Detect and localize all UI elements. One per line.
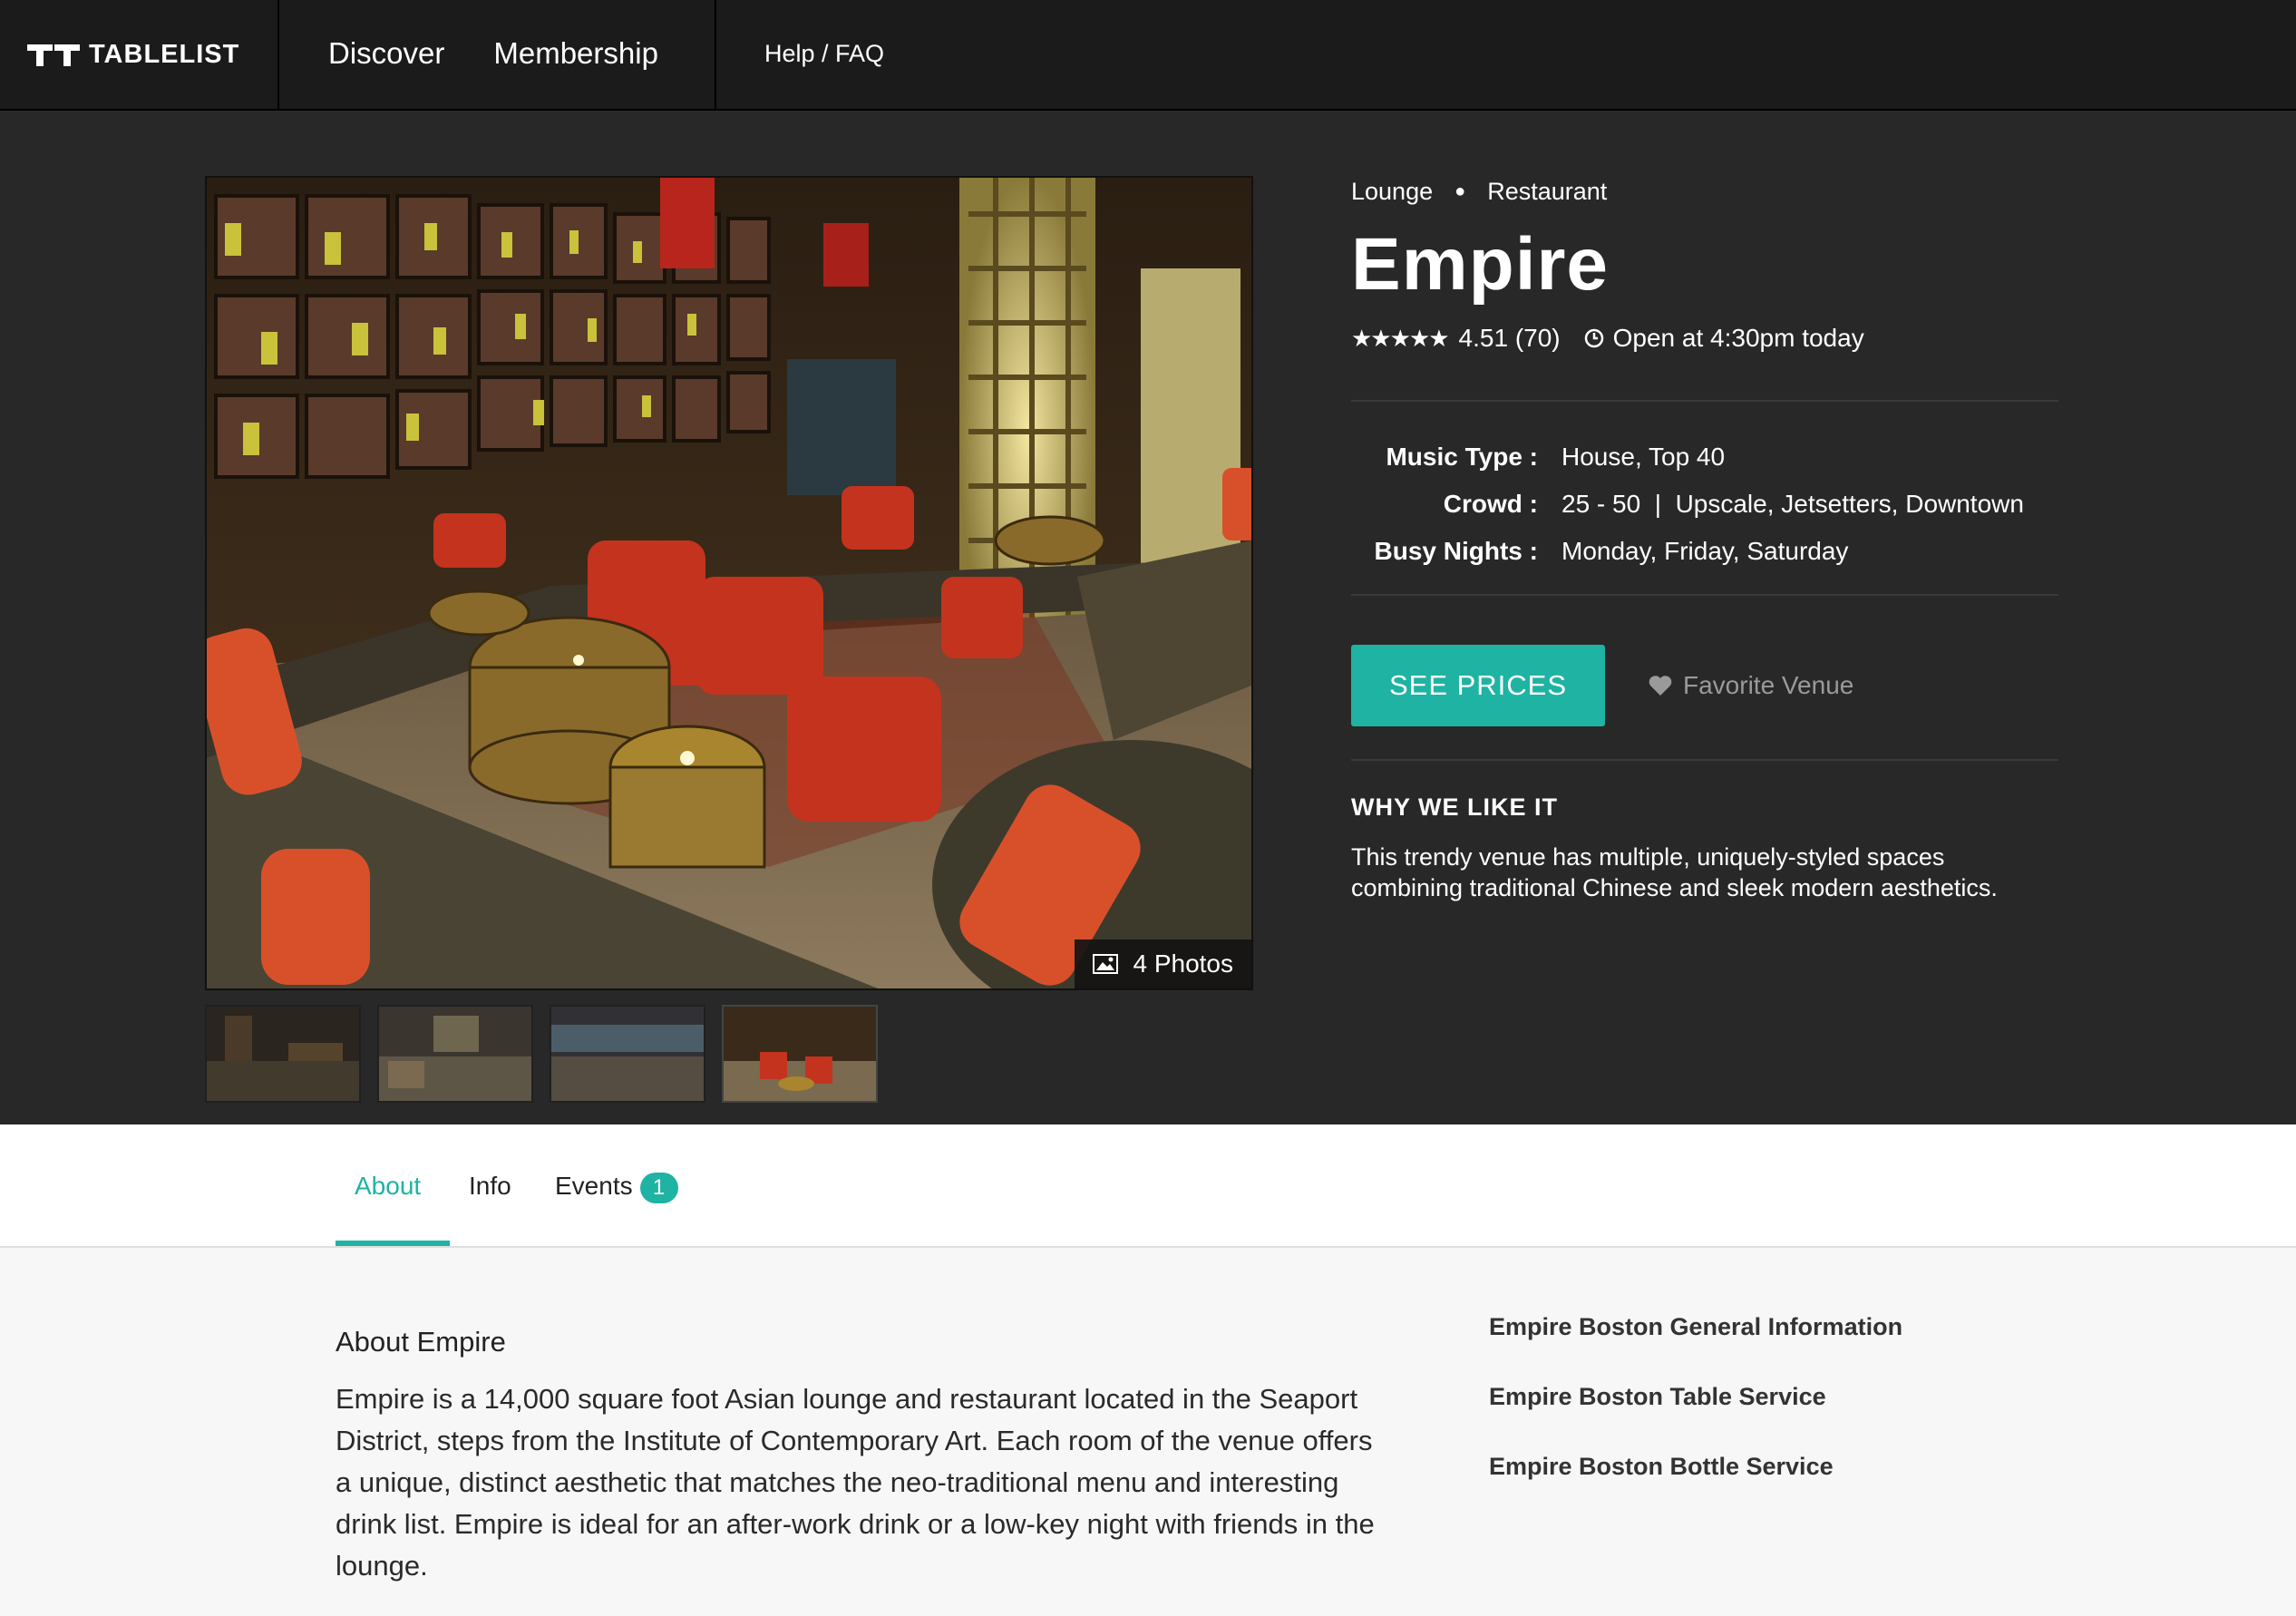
photos-count-label: 4 Photos xyxy=(1133,949,1233,978)
photo-thumbnail[interactable] xyxy=(550,1005,705,1103)
fact-value: House, Top 40 xyxy=(1561,443,1726,471)
tab-events[interactable]: Events 1 xyxy=(555,1172,678,1203)
tab-about[interactable]: About xyxy=(355,1172,421,1201)
link-general-information[interactable]: Empire Boston General Information xyxy=(1489,1313,1902,1341)
divider xyxy=(1351,759,2058,761)
main-photo[interactable]: 4 Photos xyxy=(205,176,1253,990)
about-heading: About Empire xyxy=(336,1326,506,1358)
thumbnail-image xyxy=(207,1007,359,1101)
nav-link-discover[interactable]: Discover xyxy=(328,36,444,71)
star-rating-icon: ★★★★★ xyxy=(1351,324,1450,352)
venue-tabs: About Info Events 1 xyxy=(0,1124,2296,1248)
events-count-badge: 1 xyxy=(639,1172,678,1203)
category-lounge[interactable]: Lounge xyxy=(1351,178,1433,206)
link-table-service[interactable]: Empire Boston Table Service xyxy=(1489,1383,1902,1411)
link-bottle-service[interactable]: Empire Boston Bottle Service xyxy=(1489,1453,1902,1481)
photo-thumbnail[interactable] xyxy=(205,1005,361,1103)
about-body: Empire is a 14,000 square foot Asian lou… xyxy=(336,1383,1375,1582)
open-time-text: Open at 4:30pm today xyxy=(1612,324,1864,352)
why-we-like-it-heading: WHY WE LIKE IT xyxy=(1351,793,1558,821)
venue-hero: 4 Photos Lounge ● Restaurant Empire ★★★★… xyxy=(0,111,2296,1124)
favorite-label: Favorite Venue xyxy=(1683,671,1854,699)
venue-meta: ★★★★★ 4.51 (70) Open at 4:30pm today xyxy=(1351,324,2058,353)
cta-row: SEE PRICES Favorite Venue xyxy=(1351,645,2058,726)
venue-categories: Lounge ● Restaurant xyxy=(1351,178,2058,206)
thumbnail-image xyxy=(551,1007,704,1101)
venue-facts: Music Type : House, Top 40 Crowd : 25 - … xyxy=(1351,442,2058,567)
main-nav-links: Discover Membership xyxy=(328,36,658,71)
fact-value: Monday, Friday, Saturday xyxy=(1561,537,1849,565)
image-icon xyxy=(1093,954,1119,974)
divider xyxy=(1351,594,2058,596)
tab-info[interactable]: Info xyxy=(469,1172,511,1201)
rating-value: 4.51 (70) xyxy=(1458,324,1561,352)
heart-icon xyxy=(1649,676,1672,696)
photo-thumbnail[interactable] xyxy=(377,1005,533,1103)
see-prices-button[interactable]: SEE PRICES xyxy=(1351,645,1605,726)
active-tab-indicator xyxy=(336,1241,450,1246)
category-restaurant[interactable]: Restaurant xyxy=(1487,178,1607,206)
fact-label: Crowd : xyxy=(1443,490,1538,518)
venue-details: Lounge ● Restaurant Empire ★★★★★ 4.51 (7… xyxy=(1351,178,2058,903)
tab-events-label: Events xyxy=(555,1172,633,1200)
photo-thumbnails xyxy=(205,1005,878,1103)
lounge-photo-image xyxy=(207,178,1251,988)
fact-label: Busy Nights : xyxy=(1374,537,1538,565)
fact-value: 25 - 50 | Upscale, Jetsetters, Downtown xyxy=(1561,490,2024,518)
bullet-separator: ● xyxy=(1454,181,1466,201)
nav-divider xyxy=(715,0,716,109)
rating[interactable]: ★★★★★ 4.51 (70) xyxy=(1351,324,1561,353)
thumbnail-image xyxy=(379,1007,531,1101)
venue-title: Empire xyxy=(1351,223,1609,306)
photo-thumbnail-active[interactable] xyxy=(722,1005,878,1103)
thumbnail-image xyxy=(724,1007,876,1101)
divider xyxy=(1351,400,2058,402)
clock-icon xyxy=(1584,328,1603,348)
related-links: Empire Boston General Information Empire… xyxy=(1489,1313,1902,1523)
fact-row-music-type: Music Type : House, Top 40 xyxy=(1351,442,2058,472)
fact-label: Music Type : xyxy=(1386,443,1538,471)
logo[interactable]: TABLELIST xyxy=(27,40,239,70)
top-nav: TABLELIST Discover Membership Help / FAQ xyxy=(0,0,2296,111)
about-section: About Empire Empire is a 14,000 square f… xyxy=(336,1326,1387,1587)
why-we-like-it-text: This trendy venue has multiple, uniquely… xyxy=(1351,843,1998,901)
opening-hours: Open at 4:30pm today xyxy=(1584,324,1864,353)
favorite-venue-button[interactable]: Favorite Venue xyxy=(1649,671,1853,700)
logo-text: TABLELIST xyxy=(89,40,240,69)
photos-count-badge[interactable]: 4 Photos xyxy=(1075,939,1251,988)
fact-row-busy-nights: Busy Nights : Monday, Friday, Saturday xyxy=(1351,536,2058,567)
logo-cell: TABLELIST xyxy=(0,0,279,109)
nav-link-membership[interactable]: Membership xyxy=(493,36,658,71)
fact-row-crowd: Crowd : 25 - 50 | Upscale, Jetsetters, D… xyxy=(1351,489,2058,520)
nav-link-help-faq[interactable]: Help / FAQ xyxy=(764,40,884,68)
tablelist-logo-icon xyxy=(27,44,80,66)
